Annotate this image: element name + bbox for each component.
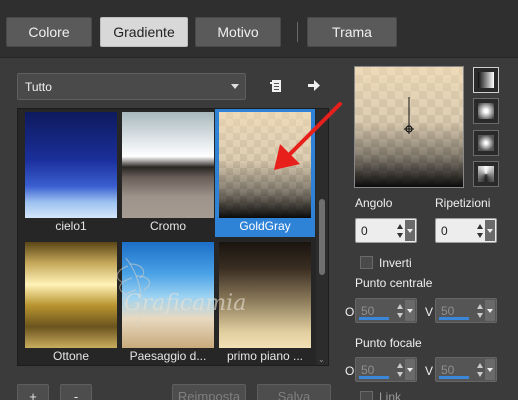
gradient-swatch <box>122 112 214 218</box>
library-select-value: Tutto <box>25 79 52 94</box>
chevron-down-icon[interactable] <box>485 359 495 380</box>
gradient-tile-paesaggio[interactable]: Paesaggio d... <box>118 239 214 365</box>
annotation-arrow-icon <box>274 102 342 170</box>
library-select[interactable]: Tutto <box>17 73 246 100</box>
gradient-swatch <box>25 112 117 218</box>
library-menu-button[interactable] <box>267 77 285 95</box>
gradient-tile-label: GoldGray <box>239 219 291 233</box>
angle-input[interactable]: 0 <box>355 218 417 243</box>
spin-arrows-icon[interactable] <box>396 360 404 380</box>
linear-style-button[interactable] <box>473 67 499 93</box>
gradient-swatch <box>25 242 117 348</box>
gradient-swatch <box>219 242 311 348</box>
sunburst-gradient-icon <box>478 135 494 151</box>
gradient-tile-label: Ottone <box>52 349 90 363</box>
chevron-down-icon[interactable] <box>405 359 415 380</box>
chevron-down-icon[interactable] <box>405 300 415 321</box>
radial-gradient-icon <box>478 166 494 182</box>
chevron-down-icon <box>231 84 239 89</box>
gradient-tile-label: Cromo <box>149 219 186 233</box>
repeats-value: 0 <box>441 224 448 238</box>
save-button[interactable]: Salva <box>257 384 331 400</box>
spin-arrows-icon[interactable] <box>476 301 484 321</box>
focal-v-label: V <box>425 364 434 378</box>
gradient-preview[interactable] <box>354 66 464 188</box>
link-checkbox[interactable] <box>360 391 373 400</box>
gradient-tile-cielo1[interactable]: cielo1 <box>21 109 117 237</box>
spin-arrows-icon[interactable] <box>396 301 404 321</box>
gradient-tile-cromo[interactable]: Cromo <box>118 109 214 237</box>
center-o-value: 50 <box>361 304 375 318</box>
sunburst-style-button[interactable] <box>473 130 499 156</box>
linear-gradient-icon <box>478 72 494 88</box>
gradient-tile-label: Paesaggio d... <box>129 349 207 363</box>
invert-checkbox[interactable] <box>360 256 373 269</box>
gradient-tile-label: primo piano ... <box>226 349 304 363</box>
focal-o-value: 50 <box>361 363 375 377</box>
center-o-input[interactable]: 50 <box>355 298 417 323</box>
spin-arrows-icon[interactable] <box>476 221 484 241</box>
rectangular-style-button[interactable] <box>473 98 499 124</box>
radial-style-button[interactable] <box>473 161 499 187</box>
gradient-tile-ottone[interactable]: Ottone <box>21 239 117 365</box>
scrollbar-thumb[interactable] <box>319 199 325 275</box>
chevron-down-icon[interactable] <box>405 220 415 241</box>
tab-motivo[interactable]: Motivo <box>195 17 281 47</box>
arrow-right-icon <box>308 80 320 91</box>
invert-label: Inverti <box>379 256 412 270</box>
angle-label: Angolo <box>355 196 393 210</box>
remove-gradient-button[interactable]: - <box>60 384 92 400</box>
angle-value: 0 <box>361 224 368 238</box>
link-label: Link <box>379 390 402 400</box>
repeats-input[interactable]: 0 <box>435 218 497 243</box>
focal-v-slider[interactable] <box>439 376 469 379</box>
tab-colore[interactable]: Colore <box>6 17 92 47</box>
chevron-down-icon[interactable] <box>485 300 495 321</box>
spin-arrows-icon[interactable] <box>396 221 404 241</box>
spin-arrows-icon[interactable] <box>476 360 484 380</box>
center-v-slider[interactable] <box>439 317 469 320</box>
center-v-input[interactable]: 50 <box>435 298 497 323</box>
reset-button[interactable]: Reimposta <box>172 384 246 400</box>
center-v-label: V <box>425 305 434 319</box>
repeats-label: Ripetizioni <box>435 196 491 210</box>
center-o-label: O <box>345 305 355 319</box>
center-v-value: 50 <box>441 304 455 318</box>
tab-bar: Colore Gradiente Motivo Trama <box>0 0 518 58</box>
focal-v-value: 50 <box>441 363 455 377</box>
gradient-swatch <box>122 242 214 348</box>
document-list-icon <box>270 80 281 92</box>
center-o-slider[interactable] <box>359 317 389 320</box>
gradient-tile-primo-piano[interactable]: primo piano ... <box>215 239 311 365</box>
tab-divider <box>297 22 298 42</box>
chevron-down-icon[interactable] <box>485 220 495 241</box>
focal-v-input[interactable]: 50 <box>435 357 497 382</box>
rectangular-gradient-icon <box>478 103 494 119</box>
gradient-tile-label: cielo1 <box>55 219 87 233</box>
focal-o-slider[interactable] <box>359 376 389 379</box>
center-point-label: Punto centrale <box>355 276 433 290</box>
angle-handle-icon[interactable] <box>402 97 416 135</box>
tab-gradiente[interactable]: Gradiente <box>100 17 188 47</box>
add-gradient-button[interactable]: + <box>17 384 49 400</box>
focal-o-input[interactable]: 50 <box>355 357 417 382</box>
export-button[interactable] <box>305 76 323 94</box>
focal-point-label: Punto focale <box>355 336 422 350</box>
focal-o-label: O <box>345 364 355 378</box>
chevron-down-icon[interactable]: ⌄ <box>318 356 326 364</box>
tab-trama[interactable]: Trama <box>307 17 397 47</box>
